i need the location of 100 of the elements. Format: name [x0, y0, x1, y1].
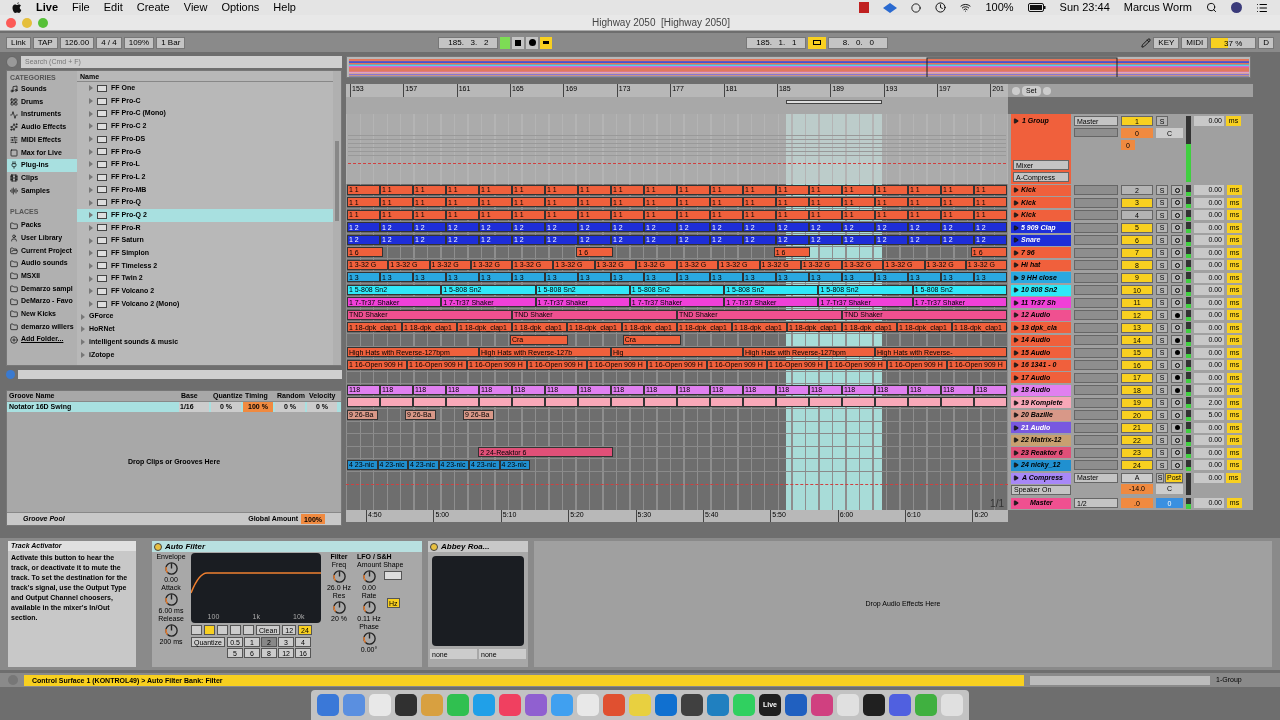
input-field[interactable]	[1074, 385, 1118, 396]
menu-item[interactable]: Edit	[103, 2, 123, 13]
input-field[interactable]	[1074, 422, 1118, 433]
midi-button[interactable]: MIDI	[1181, 36, 1209, 49]
control-bar-button[interactable]: TAP	[32, 36, 58, 49]
input-field[interactable]	[1074, 372, 1118, 383]
device-power-button[interactable]	[154, 542, 162, 551]
arm-button[interactable]	[1171, 222, 1183, 233]
input-field[interactable]	[1074, 435, 1118, 446]
menu-item[interactable]: File	[72, 2, 90, 13]
record-button[interactable]	[526, 36, 539, 49]
arm-button[interactable]	[1171, 372, 1183, 383]
arm-button[interactable]	[1171, 460, 1183, 471]
arm-button[interactable]	[1171, 285, 1183, 296]
browser-toggle[interactable]	[6, 56, 18, 68]
arm-button[interactable]	[1171, 397, 1183, 408]
knob[interactable]	[361, 631, 377, 646]
clip[interactable]	[446, 397, 479, 408]
app-icon[interactable]	[395, 694, 417, 716]
input-field[interactable]	[1074, 335, 1118, 346]
knob[interactable]	[163, 561, 179, 576]
knob[interactable]	[331, 569, 347, 584]
arrangement-position[interactable]: 185. 3. 2	[438, 36, 499, 49]
input-field[interactable]	[1074, 397, 1118, 408]
control-bar-button[interactable]: 109%	[123, 36, 155, 49]
clip[interactable]	[578, 397, 611, 408]
app-icon[interactable]	[863, 694, 885, 716]
clip[interactable]	[512, 397, 545, 408]
arm-button[interactable]	[1171, 447, 1183, 458]
arm-button[interactable]	[1171, 197, 1183, 208]
arm-button[interactable]	[1171, 385, 1183, 396]
input-field[interactable]	[1074, 185, 1118, 196]
clip[interactable]	[677, 397, 710, 408]
filter-type-button[interactable]	[217, 625, 228, 635]
menu-item[interactable]: Help	[273, 2, 296, 13]
input-field[interactable]	[1074, 347, 1118, 358]
shape-dropdown[interactable]	[384, 571, 403, 580]
knob[interactable]	[163, 623, 179, 638]
control-bar-button[interactable]: 4 / 4	[96, 36, 122, 49]
arm-button[interactable]	[1171, 360, 1183, 371]
clip[interactable]	[347, 397, 380, 408]
key-button[interactable]: KEY	[1153, 36, 1180, 49]
arm-button[interactable]	[1171, 235, 1183, 246]
loop-start-field[interactable]: 185. 1. 1	[746, 36, 807, 49]
arm-button[interactable]	[1171, 410, 1183, 421]
arm-button[interactable]	[1171, 272, 1183, 283]
input-field[interactable]	[1074, 260, 1118, 271]
control-bar-button[interactable]: 126.00	[59, 36, 95, 49]
arm-button[interactable]	[1171, 347, 1183, 358]
clip[interactable]	[842, 397, 875, 408]
follow-button[interactable]	[540, 36, 553, 49]
clip[interactable]	[974, 397, 1007, 408]
input-field[interactable]	[1074, 272, 1118, 283]
arm-button[interactable]	[1171, 435, 1183, 446]
input-field[interactable]	[1074, 297, 1118, 308]
control-bar-button[interactable]: Link	[6, 36, 31, 49]
clip[interactable]	[413, 397, 446, 408]
clip[interactable]	[644, 397, 677, 408]
disk-button[interactable]: D	[1258, 36, 1274, 49]
clip[interactable]	[611, 397, 644, 408]
device-power-button[interactable]	[430, 542, 438, 551]
app-icon[interactable]	[681, 694, 703, 716]
arm-button[interactable]	[1171, 297, 1183, 308]
input-field[interactable]	[1074, 447, 1118, 458]
input-field[interactable]	[1074, 197, 1118, 208]
close-button[interactable]	[6, 17, 16, 28]
arm-button[interactable]	[1171, 422, 1183, 433]
clip[interactable]	[875, 397, 908, 408]
clip[interactable]	[710, 397, 743, 408]
clip[interactable]	[380, 397, 413, 408]
input-field[interactable]	[1074, 222, 1118, 233]
knob[interactable]	[361, 569, 377, 584]
arm-button[interactable]	[1171, 322, 1183, 333]
clip[interactable]	[743, 397, 776, 408]
input-field[interactable]	[1074, 247, 1118, 258]
clip[interactable]	[776, 397, 809, 408]
filter-type-button[interactable]	[230, 625, 241, 635]
control-bar-button[interactable]: 1 Bar	[156, 36, 186, 49]
clip[interactable]	[941, 397, 974, 408]
input-field[interactable]	[1074, 322, 1118, 333]
knob[interactable]	[163, 592, 179, 607]
arm-button[interactable]	[1171, 185, 1183, 196]
filter-type-button[interactable]	[204, 625, 215, 635]
arm-button[interactable]	[1171, 260, 1183, 271]
knob[interactable]	[331, 600, 347, 615]
input-field[interactable]	[1074, 235, 1118, 246]
input-field[interactable]	[1074, 360, 1118, 371]
clip[interactable]	[479, 397, 512, 408]
clip[interactable]	[908, 397, 941, 408]
arm-button[interactable]	[1171, 247, 1183, 258]
menu-item[interactable]: Create	[136, 2, 170, 13]
filter-type-button[interactable]	[243, 625, 254, 635]
stop-button[interactable]	[512, 36, 525, 49]
arm-button[interactable]	[1171, 210, 1183, 221]
input-field[interactable]	[1074, 410, 1118, 421]
clip[interactable]	[545, 397, 578, 408]
input-field[interactable]	[1074, 285, 1118, 296]
input-field[interactable]	[1074, 310, 1118, 321]
arm-button[interactable]	[1171, 335, 1183, 346]
filter-type-button[interactable]	[191, 625, 202, 635]
